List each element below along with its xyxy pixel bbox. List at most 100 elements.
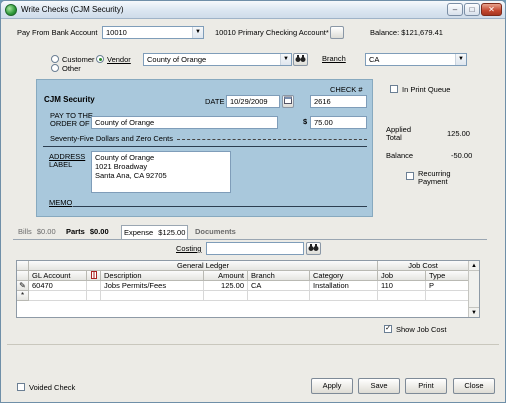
- voided-check-checkbox[interactable]: [17, 383, 25, 391]
- col-category[interactable]: Category: [310, 271, 378, 281]
- new-cell-description[interactable]: [101, 291, 204, 301]
- address-label-line2: LABEL: [49, 160, 73, 169]
- check-panel: CJM Security CHECK # 2616 DATE 10/29/200…: [36, 79, 373, 217]
- new-row-indicator[interactable]: *: [17, 291, 29, 301]
- new-cell-type[interactable]: [426, 291, 469, 301]
- title-bar: Write Checks (CJM Security) – □ ✕: [1, 1, 505, 19]
- new-cell-gl-account[interactable]: [29, 291, 87, 301]
- memo-line[interactable]: [73, 206, 367, 207]
- cell-job[interactable]: 110: [378, 281, 426, 291]
- cell-category[interactable]: Installation: [310, 281, 378, 291]
- branch-select[interactable]: CA ▼: [365, 53, 467, 66]
- tab-expense-amount: $125.00: [158, 228, 186, 237]
- branch-value: CA: [369, 55, 380, 64]
- new-cell-branch[interactable]: [248, 291, 310, 301]
- new-cell-category[interactable]: [310, 291, 378, 301]
- col-gl-account[interactable]: GL Account: [29, 271, 87, 281]
- tab-bills[interactable]: Bills $0.00: [16, 225, 58, 239]
- lookup-icon: [90, 271, 97, 279]
- grid-corner: [17, 261, 29, 271]
- pay-to-field[interactable]: County of Orange: [91, 116, 278, 129]
- col-description[interactable]: Description: [101, 271, 204, 281]
- tab-parts-label: Parts: [66, 227, 85, 236]
- dollar-sign: $: [303, 117, 308, 126]
- chevron-down-icon[interactable]: ▼: [455, 54, 466, 65]
- cell-gl-account[interactable]: 60470: [29, 281, 87, 291]
- bank-account-name: 10010 Primary Checking Account*: [215, 28, 329, 37]
- group-general-ledger: General Ledger: [29, 261, 378, 271]
- cell-type[interactable]: P: [426, 281, 469, 291]
- scroll-up-icon[interactable]: ▲: [469, 261, 479, 271]
- save-button[interactable]: Save: [358, 378, 400, 394]
- app-icon: [5, 4, 17, 16]
- new-cell-lookup[interactable]: [87, 291, 101, 301]
- new-cell-job[interactable]: [378, 291, 426, 301]
- written-amount-line: [177, 139, 367, 140]
- new-cell-amount[interactable]: [204, 291, 248, 301]
- address-field[interactable]: County of Orange 1021 Broadway Santa Ana…: [91, 151, 231, 193]
- lookup-column-header[interactable]: [87, 271, 101, 281]
- cell-lookup[interactable]: [87, 281, 101, 291]
- bank-account-select[interactable]: 10010 ▼: [102, 26, 204, 39]
- window-title: Write Checks (CJM Security): [21, 5, 124, 14]
- costing-search-button[interactable]: [306, 242, 321, 255]
- show-job-cost-label: Show Job Cost: [396, 325, 447, 334]
- date-label: DATE: [205, 97, 225, 106]
- maximize-button[interactable]: □: [464, 3, 480, 16]
- chevron-down-icon[interactable]: ▼: [280, 54, 291, 65]
- other-radio[interactable]: [51, 64, 59, 72]
- minimize-button[interactable]: –: [447, 3, 463, 16]
- customer-radio[interactable]: [51, 55, 59, 63]
- recurring-payment-checkbox[interactable]: [406, 172, 414, 180]
- calendar-button[interactable]: [282, 95, 294, 108]
- write-checks-window: Write Checks (CJM Security) – □ ✕ Pay Fr…: [0, 0, 506, 403]
- vendor-radio[interactable]: [96, 55, 104, 63]
- vendor-select[interactable]: County of Orange ▼: [143, 53, 292, 66]
- show-job-cost-checkbox[interactable]: ✓: [384, 325, 392, 333]
- balance-label: Balance: [386, 151, 414, 160]
- grid-scrollbar[interactable]: ▲ ▼: [468, 261, 479, 317]
- print-button[interactable]: Print: [405, 378, 447, 394]
- tab-expense[interactable]: Expense $125.00: [121, 225, 189, 239]
- close-window-button[interactable]: ✕: [481, 3, 502, 16]
- bank-account-lookup-button[interactable]: [330, 26, 344, 39]
- close-button[interactable]: Close: [453, 378, 495, 394]
- check-company-name: CJM Security: [44, 95, 95, 104]
- date-value: 10/29/2009: [230, 97, 268, 106]
- applied-label-line2: Total: [386, 133, 402, 142]
- tab-parts[interactable]: Parts $0.00: [64, 225, 111, 239]
- row-edit-indicator[interactable]: ✎: [17, 281, 29, 291]
- balance-value: -50.00: [451, 151, 473, 160]
- chevron-down-icon[interactable]: ▼: [192, 27, 203, 38]
- memo-label: MEMO: [49, 198, 73, 207]
- address-line-1: County of Orange: [95, 153, 155, 162]
- check-divider: [43, 146, 367, 147]
- pay-to-label-line2: ORDER OF: [50, 119, 90, 128]
- apply-button[interactable]: Apply: [311, 378, 353, 394]
- amount-field[interactable]: 75.00: [310, 116, 367, 129]
- cell-amount[interactable]: 125.00: [204, 281, 248, 291]
- scroll-down-icon[interactable]: ▼: [469, 307, 479, 317]
- vendor-search-button[interactable]: [293, 53, 308, 66]
- tab-documents-label: Documents: [195, 227, 236, 236]
- col-amount[interactable]: Amount: [204, 271, 248, 281]
- cell-description[interactable]: Jobs Permits/Fees: [101, 281, 204, 291]
- recurring-label-line2: Payment: [418, 177, 448, 186]
- col-branch[interactable]: Branch: [248, 271, 310, 281]
- amount-value: 75.00: [314, 118, 333, 127]
- tab-documents[interactable]: Documents: [193, 225, 238, 239]
- expense-grid: General Ledger Job Cost GL Account Descr…: [16, 260, 480, 318]
- col-type[interactable]: Type: [426, 271, 469, 281]
- branch-label: Branch: [322, 54, 346, 63]
- check-number-field[interactable]: 2616: [310, 95, 367, 108]
- bank-account-value: 10010: [106, 28, 127, 37]
- costing-label: Costing: [176, 244, 202, 253]
- date-field[interactable]: 10/29/2009: [226, 95, 280, 108]
- in-print-queue-label: In Print Queue: [402, 85, 451, 94]
- cell-branch[interactable]: CA: [248, 281, 310, 291]
- costing-field[interactable]: [206, 242, 304, 255]
- calendar-icon: [284, 96, 292, 104]
- col-job[interactable]: Job: [378, 271, 426, 281]
- in-print-queue-checkbox[interactable]: [390, 85, 398, 93]
- tab-expense-label: Expense: [124, 228, 154, 237]
